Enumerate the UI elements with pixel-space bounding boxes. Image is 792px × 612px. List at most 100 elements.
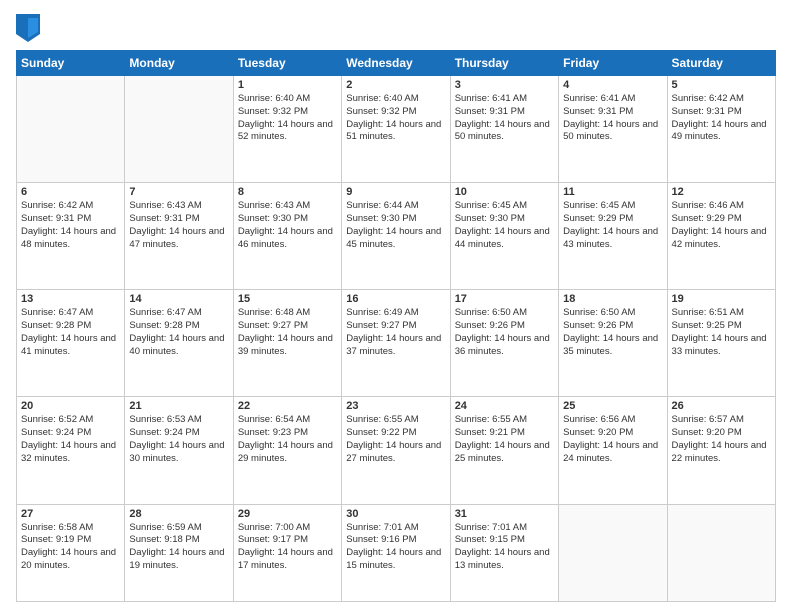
- calendar-cell: [559, 504, 667, 601]
- day-number: 23: [346, 400, 445, 412]
- day-number: 5: [672, 79, 771, 91]
- week-row-0: 1 Sunrise: 6:40 AM Sunset: 9:32 PM Daylig…: [17, 76, 776, 183]
- calendar-cell: 2 Sunrise: 6:40 AM Sunset: 9:32 PM Daylig…: [342, 76, 450, 183]
- week-row-1: 6 Sunrise: 6:42 AM Sunset: 9:31 PM Daylig…: [17, 183, 776, 290]
- calendar-cell: 4Sunrise: 6:41 AM Sunset: 9:31 PM Daylig…: [559, 76, 667, 183]
- calendar-cell: 3 Sunrise: 6:41 AM Sunset: 9:31 PM Daylig…: [450, 76, 558, 183]
- calendar-cell: 25 Sunrise: 6:56 AM Sunset: 9:20 PM Dayli…: [559, 397, 667, 504]
- day-info: Sunrise: 6:59 AM Sunset: 9:18 PM Dayligh…: [129, 522, 228, 573]
- day-number: 18: [563, 293, 662, 305]
- weekday-header-tuesday: Tuesday: [233, 51, 341, 76]
- calendar-cell: 13 Sunrise: 6:47 AM Sunset: 9:28 PM Dayli…: [17, 290, 125, 397]
- day-info: Sunrise: 6:40 AM Sunset: 9:32 PM Dayligh…: [346, 93, 445, 144]
- calendar-cell: 10 Sunrise: 6:45 AM Sunset: 9:30 PM Dayli…: [450, 183, 558, 290]
- day-number: 6: [21, 186, 120, 198]
- calendar-cell: 26 Sunrise: 6:57 AM Sunset: 9:20 PM Dayli…: [667, 397, 775, 504]
- calendar-cell: 19Sunrise: 6:51 AM Sunset: 9:25 PM Dayli…: [667, 290, 775, 397]
- day-info: Sunrise: 6:44 AM Sunset: 9:30 PM Dayligh…: [346, 200, 445, 251]
- day-number: 11: [563, 186, 662, 198]
- weekday-header-sunday: Sunday: [17, 51, 125, 76]
- weekday-header-thursday: Thursday: [450, 51, 558, 76]
- page: SundayMondayTuesdayWednesdayThursdayFrid…: [0, 0, 792, 612]
- day-number: 17: [455, 293, 554, 305]
- logo-icon: [16, 14, 40, 42]
- calendar-cell: 8 Sunrise: 6:43 AM Sunset: 9:30 PM Daylig…: [233, 183, 341, 290]
- day-number: 1: [238, 79, 337, 91]
- day-info: Sunrise: 6:50 AM Sunset: 9:26 PM Dayligh…: [563, 307, 662, 358]
- day-number: 14: [129, 293, 228, 305]
- calendar-cell: [125, 76, 233, 183]
- day-info: Sunrise: 6:58 AM Sunset: 9:19 PM Dayligh…: [21, 522, 120, 573]
- weekday-header-monday: Monday: [125, 51, 233, 76]
- day-number: 26: [672, 400, 771, 412]
- calendar-cell: [17, 76, 125, 183]
- calendar-cell: 21Sunrise: 6:53 AM Sunset: 9:24 PM Dayli…: [125, 397, 233, 504]
- logo: [16, 14, 44, 42]
- day-number: 10: [455, 186, 554, 198]
- day-info: Sunrise: 7:01 AM Sunset: 9:16 PM Dayligh…: [346, 522, 445, 573]
- calendar-cell: 24 Sunrise: 6:55 AM Sunset: 9:21 PM Dayli…: [450, 397, 558, 504]
- day-info: Sunrise: 6:47 AM Sunset: 9:28 PM Dayligh…: [129, 307, 228, 358]
- calendar-cell: 1 Sunrise: 6:40 AM Sunset: 9:32 PM Daylig…: [233, 76, 341, 183]
- calendar-cell: 18 Sunrise: 6:50 AM Sunset: 9:26 PM Dayli…: [559, 290, 667, 397]
- calendar-cell: 23 Sunrise: 6:55 AM Sunset: 9:22 PM Dayli…: [342, 397, 450, 504]
- weekday-header-saturday: Saturday: [667, 51, 775, 76]
- calendar-cell: 11 Sunrise: 6:45 AM Sunset: 9:29 PM Dayli…: [559, 183, 667, 290]
- day-number: 7: [129, 186, 228, 198]
- day-info: Sunrise: 6:40 AM Sunset: 9:32 PM Dayligh…: [238, 93, 337, 144]
- calendar-cell: [667, 504, 775, 601]
- day-number: 24: [455, 400, 554, 412]
- day-info: Sunrise: 6:45 AM Sunset: 9:30 PM Dayligh…: [455, 200, 554, 251]
- day-info: Sunrise: 6:41 AM Sunset: 9:31 PM Dayligh…: [455, 93, 554, 144]
- day-info: Sunrise: 6:48 AM Sunset: 9:27 PM Dayligh…: [238, 307, 337, 358]
- day-number: 29: [238, 508, 337, 520]
- day-info: Sunrise: 6:45 AM Sunset: 9:29 PM Dayligh…: [563, 200, 662, 251]
- day-info: Sunrise: 6:56 AM Sunset: 9:20 PM Dayligh…: [563, 414, 662, 465]
- day-number: 20: [21, 400, 120, 412]
- calendar-cell: 30 Sunrise: 7:01 AM Sunset: 9:16 PM Dayli…: [342, 504, 450, 601]
- calendar-cell: 14 Sunrise: 6:47 AM Sunset: 9:28 PM Dayli…: [125, 290, 233, 397]
- day-number: 16: [346, 293, 445, 305]
- day-info: Sunrise: 6:49 AM Sunset: 9:27 PM Dayligh…: [346, 307, 445, 358]
- day-number: 8: [238, 186, 337, 198]
- day-number: 3: [455, 79, 554, 91]
- calendar-cell: 12Sunrise: 6:46 AM Sunset: 9:29 PM Dayli…: [667, 183, 775, 290]
- week-row-2: 13 Sunrise: 6:47 AM Sunset: 9:28 PM Dayli…: [17, 290, 776, 397]
- calendar-cell: 15Sunrise: 6:48 AM Sunset: 9:27 PM Dayli…: [233, 290, 341, 397]
- calendar-cell: 28Sunrise: 6:59 AM Sunset: 9:18 PM Dayli…: [125, 504, 233, 601]
- week-row-3: 20 Sunrise: 6:52 AM Sunset: 9:24 PM Dayli…: [17, 397, 776, 504]
- day-info: Sunrise: 6:55 AM Sunset: 9:21 PM Dayligh…: [455, 414, 554, 465]
- day-number: 27: [21, 508, 120, 520]
- day-info: Sunrise: 6:43 AM Sunset: 9:30 PM Dayligh…: [238, 200, 337, 251]
- day-info: Sunrise: 6:42 AM Sunset: 9:31 PM Dayligh…: [21, 200, 120, 251]
- day-info: Sunrise: 6:51 AM Sunset: 9:25 PM Dayligh…: [672, 307, 771, 358]
- calendar-cell: 9 Sunrise: 6:44 AM Sunset: 9:30 PM Daylig…: [342, 183, 450, 290]
- weekday-header-wednesday: Wednesday: [342, 51, 450, 76]
- header: [16, 14, 776, 42]
- weekday-header-friday: Friday: [559, 51, 667, 76]
- calendar-cell: 22Sunrise: 6:54 AM Sunset: 9:23 PM Dayli…: [233, 397, 341, 504]
- day-info: Sunrise: 7:00 AM Sunset: 9:17 PM Dayligh…: [238, 522, 337, 573]
- day-info: Sunrise: 6:57 AM Sunset: 9:20 PM Dayligh…: [672, 414, 771, 465]
- day-number: 9: [346, 186, 445, 198]
- calendar-cell: 17Sunrise: 6:50 AM Sunset: 9:26 PM Dayli…: [450, 290, 558, 397]
- day-info: Sunrise: 6:47 AM Sunset: 9:28 PM Dayligh…: [21, 307, 120, 358]
- day-number: 22: [238, 400, 337, 412]
- day-number: 31: [455, 508, 554, 520]
- calendar-cell: 5 Sunrise: 6:42 AM Sunset: 9:31 PM Daylig…: [667, 76, 775, 183]
- weekday-header-row: SundayMondayTuesdayWednesdayThursdayFrid…: [17, 51, 776, 76]
- day-number: 25: [563, 400, 662, 412]
- calendar-cell: 31Sunrise: 7:01 AM Sunset: 9:15 PM Dayli…: [450, 504, 558, 601]
- calendar-table: SundayMondayTuesdayWednesdayThursdayFrid…: [16, 50, 776, 602]
- week-row-4: 27 Sunrise: 6:58 AM Sunset: 9:19 PM Dayli…: [17, 504, 776, 601]
- day-info: Sunrise: 6:41 AM Sunset: 9:31 PM Dayligh…: [563, 93, 662, 144]
- day-number: 13: [21, 293, 120, 305]
- calendar-cell: 27 Sunrise: 6:58 AM Sunset: 9:19 PM Dayli…: [17, 504, 125, 601]
- day-info: Sunrise: 6:42 AM Sunset: 9:31 PM Dayligh…: [672, 93, 771, 144]
- day-info: Sunrise: 6:52 AM Sunset: 9:24 PM Dayligh…: [21, 414, 120, 465]
- day-number: 30: [346, 508, 445, 520]
- day-number: 2: [346, 79, 445, 91]
- day-number: 21: [129, 400, 228, 412]
- calendar-cell: 29 Sunrise: 7:00 AM Sunset: 9:17 PM Dayli…: [233, 504, 341, 601]
- day-info: Sunrise: 6:55 AM Sunset: 9:22 PM Dayligh…: [346, 414, 445, 465]
